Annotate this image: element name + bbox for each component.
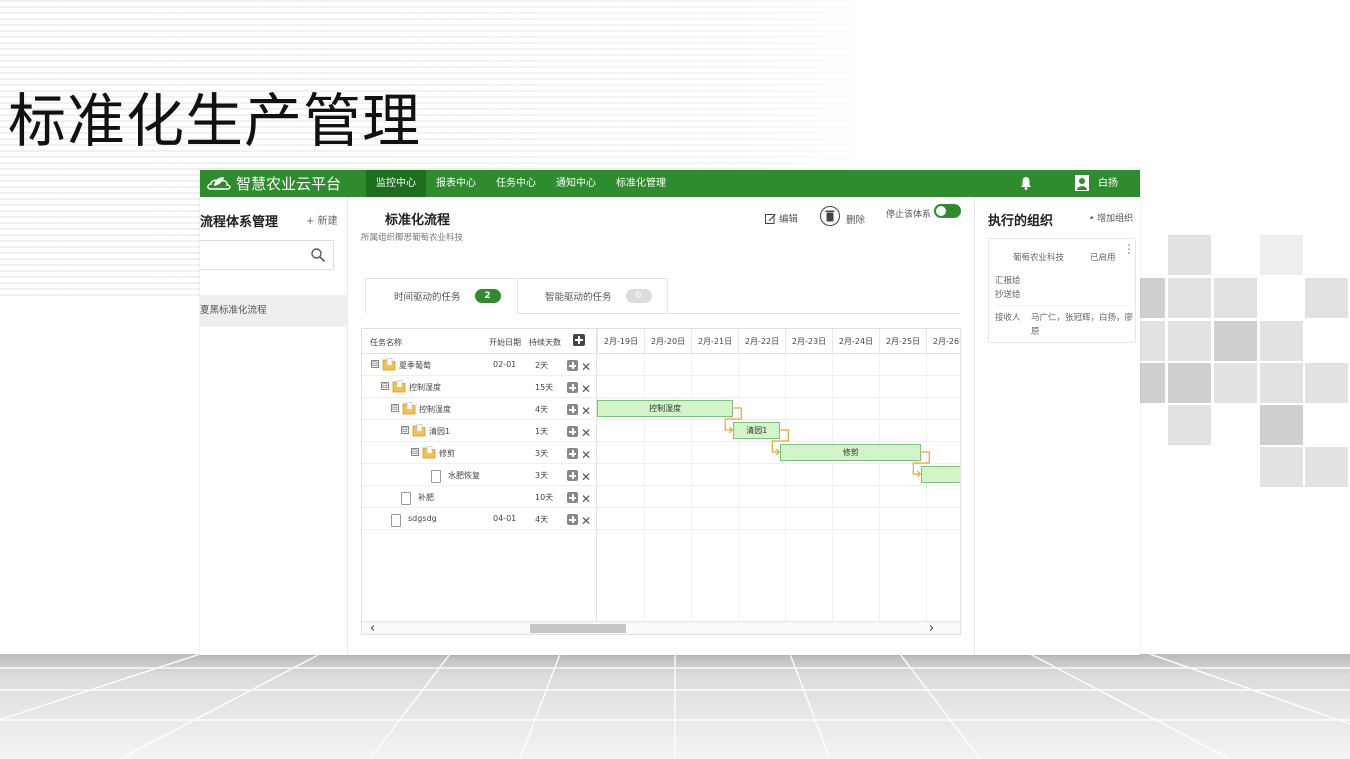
receivers-list-continued: 原 xyxy=(1031,327,1040,337)
slide-title: 标准化生产管理 xyxy=(8,87,422,155)
edit-label: 编辑 xyxy=(779,214,799,225)
top-navigation-bar: 智慧农业云平台 监控中心 报表中心 任务中心 通知中心 标准化管理 白扬 xyxy=(200,170,1140,197)
count-badge: 0 xyxy=(625,289,652,303)
task-bar[interactable]: 控制湿度 xyxy=(597,400,734,417)
tab-label: 时间驱动的任务 xyxy=(394,292,461,303)
tab-smart-driven[interactable]: 智能驱动的任务 0 xyxy=(518,278,668,314)
stop-system-toggle[interactable] xyxy=(934,204,961,218)
scroll-thumb[interactable] xyxy=(530,624,626,633)
org-name: 葡萄农业科技 xyxy=(1013,253,1065,263)
sidebar-title: 流程体系管理 xyxy=(200,215,279,230)
sidebar-search xyxy=(200,240,334,270)
edit-icon xyxy=(765,213,776,224)
task-bar[interactable]: 修剪 xyxy=(780,444,922,461)
scroll-right-arrow[interactable]: › xyxy=(929,621,934,634)
user-name[interactable]: 白扬 xyxy=(1098,170,1118,197)
delete-button[interactable]: 删除 xyxy=(846,212,865,226)
task-bar[interactable]: 清园1 xyxy=(733,422,781,439)
task-bar[interactable] xyxy=(921,466,960,483)
tab-time-driven[interactable]: 时间驱动的任务 2 xyxy=(365,278,518,314)
more-options-icon[interactable]: ⋮ xyxy=(1123,243,1135,255)
panel-title: 执行的组织 xyxy=(988,214,1054,229)
add-org-button[interactable]: • 增加组织 xyxy=(1089,211,1133,224)
count-badge: 2 xyxy=(474,289,501,303)
new-process-button[interactable]: + 新建 xyxy=(306,212,338,227)
search-icon[interactable] xyxy=(310,247,326,263)
task-tabs: 时间驱动的任务 2 智能驱动的任务 0 xyxy=(365,278,960,314)
horizontal-scrollbar[interactable]: ‹ › xyxy=(362,621,960,634)
user-avatar-icon[interactable] xyxy=(1074,174,1090,192)
gantt-chart: 任务名称 开始日期 持续天数 2月-19日 2月-20日 2月-21日 2月-22日 2… xyxy=(361,328,961,635)
page-title: 标准化流程 xyxy=(385,213,451,228)
divider xyxy=(995,305,1129,306)
search-input[interactable] xyxy=(200,241,304,269)
edit-button[interactable]: 编辑 xyxy=(765,211,798,225)
nav-monitor-center[interactable]: 监控中心 xyxy=(366,170,426,197)
nav-notification-center[interactable]: 通知中心 xyxy=(546,170,606,197)
scroll-left-arrow[interactable]: ‹ xyxy=(370,621,375,634)
tab-label: 智能驱动的任务 xyxy=(545,292,612,303)
bell-icon[interactable] xyxy=(1018,175,1034,191)
org-card: 葡萄农业科技 已启用 ⋮ 汇报给 抄送给 接收人 马广仁，张冠辉，白扬，廖 原 xyxy=(988,238,1136,343)
sidebar-item-process[interactable]: 夏黑标准化流程 xyxy=(200,295,348,327)
brand[interactable]: 智慧农业云平台 xyxy=(206,173,341,194)
floor-background xyxy=(0,654,1350,759)
main-nav: 监控中心 报表中心 任务中心 通知中心 标准化管理 xyxy=(366,170,676,197)
stop-system-label: 停止该体系 xyxy=(886,210,932,220)
nav-task-center[interactable]: 任务中心 xyxy=(486,170,546,197)
dependency-links xyxy=(724,407,930,478)
app-window: 智慧农业云平台 监控中心 报表中心 任务中心 通知中心 标准化管理 白扬 流程体… xyxy=(200,170,1140,655)
nav-standardization[interactable]: 标准化管理 xyxy=(606,170,676,197)
receiver-label: 接收人 xyxy=(995,313,1021,323)
nav-report-center[interactable]: 报表中心 xyxy=(426,170,486,197)
brand-name: 智慧农业云平台 xyxy=(236,175,342,193)
report-to-label: 汇报给 xyxy=(995,276,1021,286)
decorative-tiles xyxy=(1140,235,1350,495)
main-panel: 标准化流程 所属组织椰思葡萄农业科技 编辑 删除 停止该体系 时间驱动的任务 2… xyxy=(348,197,974,655)
process-system-sidebar: 流程体系管理 + 新建 夏黑标准化流程 xyxy=(200,197,348,655)
receivers-list: 马广仁，张冠辉，白扬，廖 xyxy=(1031,313,1134,323)
executing-org-panel: 执行的组织 • 增加组织 葡萄农业科技 已启用 ⋮ 汇报给 抄送给 接收人 马广… xyxy=(974,197,1140,655)
cc-to-label: 抄送给 xyxy=(995,290,1021,300)
organization-subtitle: 所属组织椰思葡萄农业科技 xyxy=(361,233,464,243)
org-status: 已启用 xyxy=(1090,253,1116,263)
leaf-cloud-logo-icon xyxy=(207,176,231,190)
trash-icon[interactable] xyxy=(820,205,840,227)
